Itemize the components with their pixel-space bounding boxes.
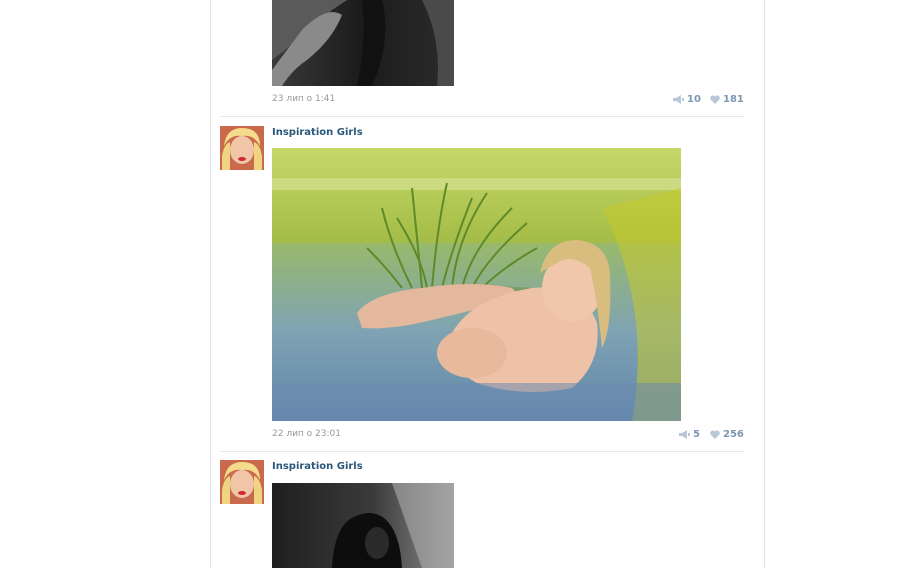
- repost-count: 5: [693, 429, 700, 440]
- news-feed: 23 лип о 1:41 10 181 Inspiration Girls 2…: [210, 0, 765, 568]
- avatar[interactable]: [220, 126, 264, 170]
- like-count: 256: [723, 429, 744, 440]
- repost-button[interactable]: 10: [673, 94, 701, 105]
- post-photo[interactable]: [272, 148, 681, 421]
- heart-icon: [710, 430, 720, 439]
- avatar[interactable]: [220, 460, 264, 504]
- like-button[interactable]: 256: [710, 429, 744, 440]
- repost-count: 10: [687, 94, 701, 105]
- author-link[interactable]: Inspiration Girls: [272, 461, 363, 472]
- post-divider: [220, 116, 745, 117]
- wall-post: Inspiration Girls: [211, 126, 764, 452]
- post-date[interactable]: 23 лип о 1:41: [272, 94, 335, 104]
- like-count: 181: [723, 94, 744, 105]
- like-button[interactable]: 181: [710, 94, 744, 105]
- repost-button[interactable]: 5: [679, 429, 700, 440]
- post-divider: [220, 451, 745, 452]
- megaphone-icon: [679, 430, 690, 439]
- wall-post: 23 лип о 1:41 10 181: [211, 0, 764, 117]
- wall-post: Inspiration Girls: [211, 460, 764, 568]
- author-link[interactable]: Inspiration Girls: [272, 127, 363, 138]
- post-photo[interactable]: [272, 483, 454, 568]
- post-date[interactable]: 22 лип о 23:01: [272, 429, 341, 439]
- heart-icon: [710, 95, 720, 104]
- megaphone-icon: [673, 95, 684, 104]
- post-photo[interactable]: [272, 0, 454, 86]
